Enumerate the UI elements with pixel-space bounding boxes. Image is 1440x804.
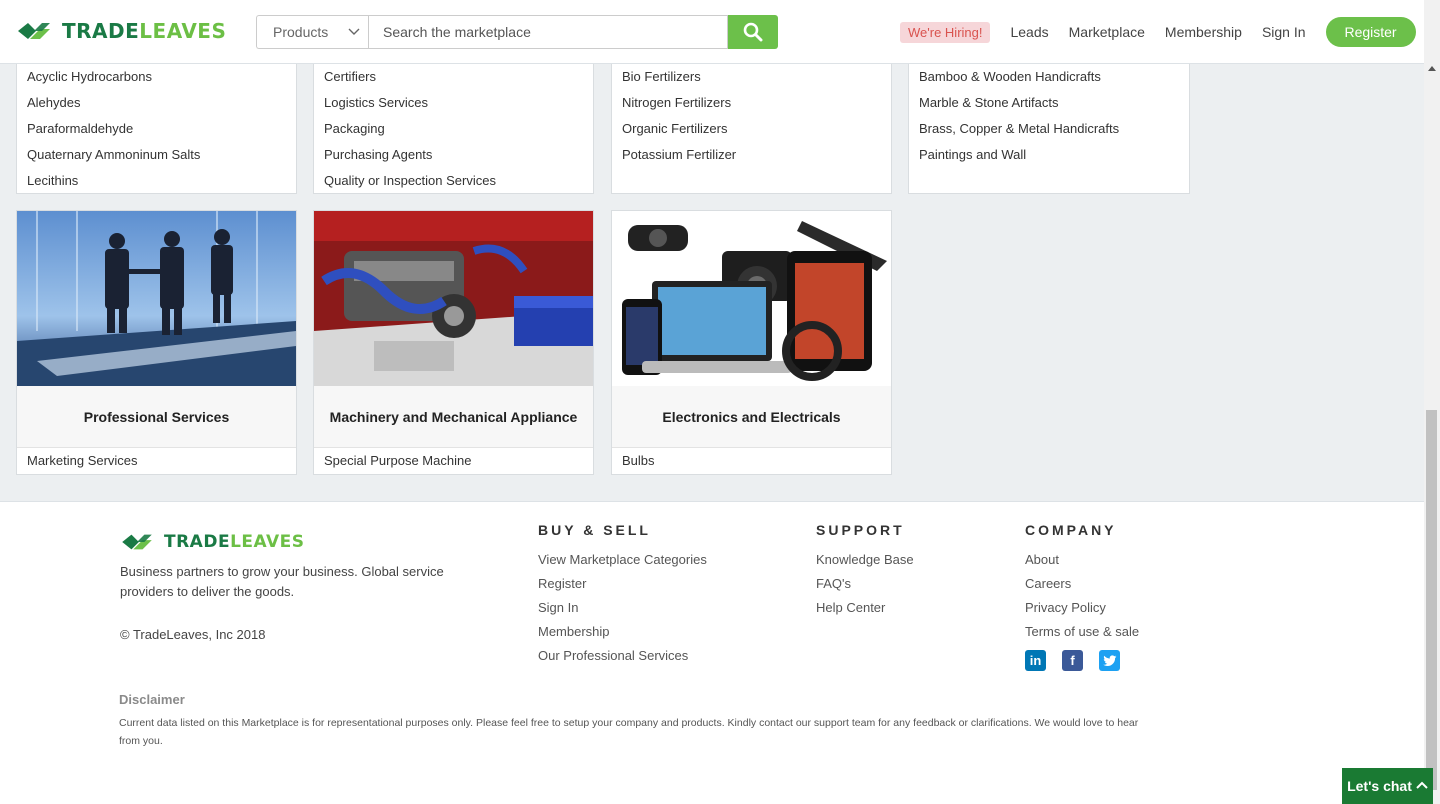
twitter-icon[interactable] [1099,650,1120,671]
footer-link[interactable]: Our Professional Services [538,644,707,668]
footer-col-buy-sell: BUY & SELL View Marketplace Categories R… [538,522,707,668]
footer-col-company: COMPANY About Careers Privacy Policy Ter… [1025,522,1139,671]
footer-link[interactable]: Careers [1025,572,1139,596]
list-item[interactable]: Acyclic Hydrocarbons [17,64,296,90]
register-button[interactable]: Register [1325,17,1416,47]
list-item[interactable]: Bamboo & Wooden Handicrafts [909,64,1189,90]
electronics-gadgets-image [612,211,891,386]
disclaimer-text: Current data listed on this Marketplace … [119,717,1139,747]
page-scrollbar[interactable] [1424,0,1440,804]
social-links: in f [1025,650,1139,671]
list-item[interactable]: Certifiers [314,64,593,90]
chevron-down-icon [348,28,360,35]
category-list-services: Certifiers Logistics Services Packaging … [313,50,594,194]
footer-link[interactable]: Sign In [538,596,707,620]
list-item[interactable]: Potassium Fertilizer [612,142,891,168]
search-input[interactable] [368,15,728,49]
card-title[interactable]: Machinery and Mechanical Appliance [314,386,593,448]
card-title[interactable]: Electronics and Electricals [612,386,891,448]
footer-col-title: COMPANY [1025,522,1117,538]
footer-col-support: SUPPORT Knowledge Base FAQ's Help Center [816,522,914,620]
scroll-up-arrow-icon[interactable] [1428,66,1436,71]
category-list-fertilizers: Bio Fertilizers Nitrogen Fertilizers Org… [611,50,892,194]
category-card-machinery[interactable]: Machinery and Mechanical Appliance Speci… [313,210,594,475]
nav-marketplace[interactable]: Marketplace [1069,24,1145,40]
card-title[interactable]: Professional Services [17,386,296,448]
chevron-up-icon [1416,781,1428,789]
list-item[interactable]: Bio Fertilizers [612,64,891,90]
list-item[interactable]: Paraformaldehyde [17,116,296,142]
leaf-logo-icon [18,23,50,39]
search-category-select[interactable]: Products [256,15,368,49]
leaf-logo-icon [122,534,152,550]
disclaimer-title: Disclaimer [119,692,185,707]
footer-link[interactable]: Terms of use & sale [1025,620,1139,644]
nav-membership[interactable]: Membership [1165,24,1242,40]
footer-link[interactable]: Help Center [816,596,914,620]
business-handshake-image [17,211,296,386]
list-item[interactable]: Lecithins [17,168,296,194]
list-item[interactable]: Nitrogen Fertilizers [612,90,891,116]
nav-leads[interactable]: Leads [1010,24,1048,40]
list-item[interactable]: Purchasing Agents [314,142,593,168]
list-item[interactable]: Alehydes [17,90,296,116]
footer-link[interactable]: FAQ's [816,572,914,596]
scroll-thumb[interactable] [1426,410,1437,790]
footer-link[interactable]: Knowledge Base [816,548,914,572]
list-item[interactable]: Logistics Services [314,90,593,116]
footer-link[interactable]: About [1025,548,1139,572]
search-bar: Products [256,15,778,49]
footer-description: Business partners to grow your business.… [120,564,444,599]
list-item[interactable]: Quality or Inspection Services [314,168,593,194]
footer-col-title: BUY & SELL [538,522,651,538]
card-subcategory-link[interactable]: Special Purpose Machine [314,448,593,474]
search-category-value: Products [273,24,329,40]
footer-link[interactable]: Membership [538,620,707,644]
footer-link[interactable]: Register [538,572,707,596]
list-item[interactable]: Quaternary Ammoninum Salts [17,142,296,168]
list-item[interactable]: Paintings and Wall [909,142,1189,168]
facebook-icon[interactable]: f [1062,650,1083,671]
engine-image [314,211,593,386]
category-list-handicrafts: Bamboo & Wooden Handicrafts Marble & Sto… [908,50,1190,194]
chat-label: Let's chat [1347,778,1412,794]
search-button[interactable] [728,15,778,49]
header-nav: We're Hiring! Leads Marketplace Membersh… [900,16,1416,48]
card-subcategory-link[interactable]: Marketing Services [17,448,296,474]
nav-sign-in[interactable]: Sign In [1262,24,1306,40]
footer-logo[interactable]: TRADELEAVES [120,530,305,554]
card-subcategory-link[interactable]: Bulbs [612,448,891,474]
category-card-electronics[interactable]: Electronics and Electricals Bulbs [611,210,892,475]
site-header: TRADELEAVES Products We're Hiring! Leads… [0,0,1424,64]
footer-col-title: SUPPORT [816,522,905,538]
footer-link[interactable]: View Marketplace Categories [538,548,707,572]
logo-text: TRADELEAVES [62,19,227,43]
list-item[interactable]: Marble & Stone Artifacts [909,90,1189,116]
copyright: © TradeLeaves, Inc 2018 [120,627,266,642]
site-footer: TRADELEAVES Business partners to grow yo… [0,501,1424,804]
list-item[interactable]: Organic Fertilizers [612,116,891,142]
category-card-professional-services[interactable]: Professional Services Marketing Services [16,210,297,475]
footer-link[interactable]: Privacy Policy [1025,596,1139,620]
logo-text: TRADELEAVES [164,532,305,552]
chat-button[interactable]: Let's chat [1342,768,1433,804]
hiring-badge[interactable]: We're Hiring! [900,21,991,43]
list-item[interactable]: Packaging [314,116,593,142]
linkedin-icon[interactable]: in [1025,650,1046,671]
search-icon [743,22,763,42]
category-list-chemicals: Acyclic Hydrocarbons Alehydes Paraformal… [16,50,297,194]
site-logo[interactable]: TRADELEAVES [16,18,226,44]
list-item[interactable]: Brass, Copper & Metal Handicrafts [909,116,1189,142]
